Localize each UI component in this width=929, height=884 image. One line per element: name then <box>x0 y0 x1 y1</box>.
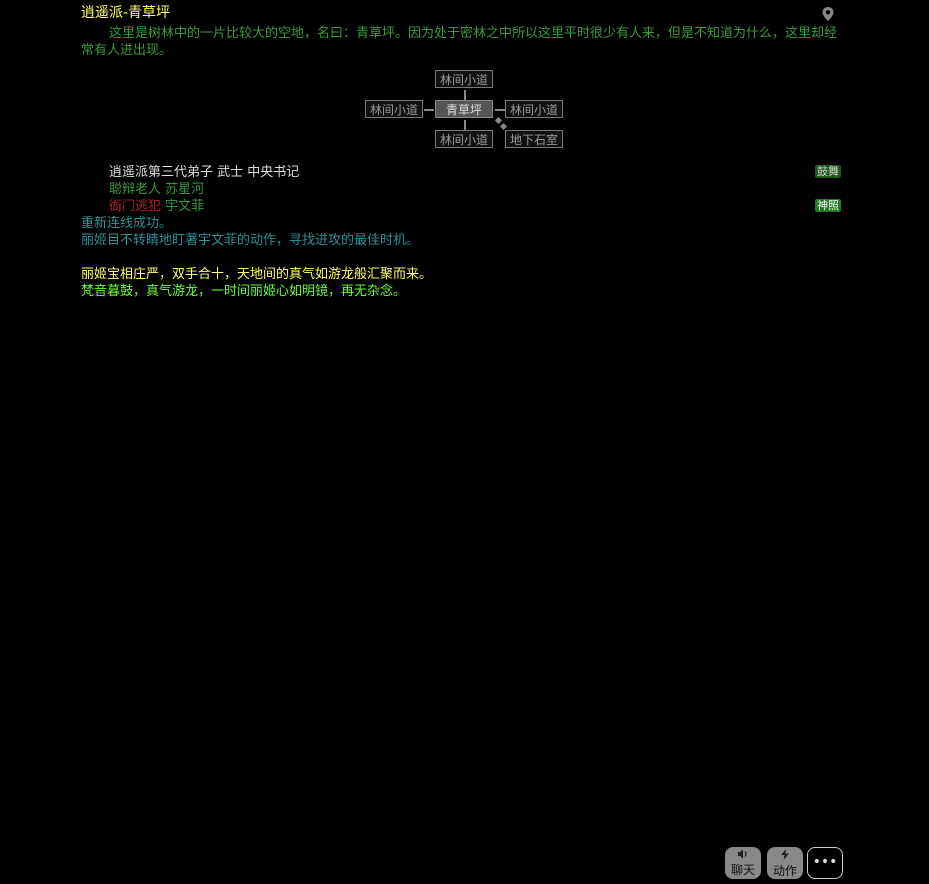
npc-name[interactable]: 苏星河 <box>165 182 204 197</box>
npc-row: 衙门逃犯 宇文菲 神照 <box>81 198 841 215</box>
npc-name[interactable]: 宇文菲 <box>165 199 204 214</box>
guwu-button[interactable]: 鼓舞 <box>815 165 841 178</box>
map-room-south[interactable]: 林间小道 <box>435 130 493 148</box>
speaker-icon <box>725 847 761 863</box>
map-room-east[interactable]: 林间小道 <box>505 100 563 118</box>
log-line: 丽姬宝相庄严，双手合十，天地间的真气如游龙般汇聚而来。 <box>81 267 433 282</box>
log-line: 梵音暮鼓，真气游龙，一时间丽姬心如明镜，再无杂念。 <box>81 284 407 299</box>
room-map: 林间小道 林间小道 青草坪 林间小道 林间小道 地下石室 <box>365 70 567 152</box>
map-link-southeast-a <box>494 116 503 125</box>
map-link-east <box>495 109 505 111</box>
chat-label: 聊天 <box>730 863 755 877</box>
npc-list: 逍遥派第三代弟子 武士 中央书记 鼓舞 聪辩老人 苏星河 衙门逃犯 宇文菲 神照 <box>81 164 841 215</box>
more-button[interactable]: ••• <box>807 847 843 879</box>
log-line: 丽姬目不转睛地盯著宇文菲的动作，寻找进攻的最佳时机。 <box>81 233 420 248</box>
map-room-west[interactable]: 林间小道 <box>365 100 423 118</box>
map-link-southeast-b <box>499 122 508 131</box>
action-label: 动作 <box>772 864 797 878</box>
map-room-current: 青草坪 <box>435 100 493 118</box>
lightning-icon <box>767 847 803 864</box>
map-link-south <box>464 120 466 130</box>
player-row: 逍遥派第三代弟子 武士 中央书记 鼓舞 <box>81 164 841 181</box>
map-room-north[interactable]: 林间小道 <box>435 70 493 88</box>
chat-button[interactable]: 聊天 <box>725 847 761 879</box>
map-link-west <box>424 109 434 111</box>
map-link-north <box>464 90 466 100</box>
log-line: 重新连线成功。 <box>81 216 173 231</box>
message-log: 重新连线成功。 丽姬目不转睛地盯著宇文菲的动作，寻找进攻的最佳时机。 丽姬宝相庄… <box>81 215 841 300</box>
shenzhao-button[interactable]: 神照 <box>815 199 841 212</box>
room-title: 逍遥派-青草坪 <box>81 5 171 21</box>
player-name[interactable]: 逍遥派第三代弟子 武士 中央书记 <box>81 165 299 180</box>
room-header: 逍遥派-青草坪 这里是树林中的一片比较大的空地，名曰：青草坪。因为处于密林之中所… <box>81 5 841 59</box>
map-room-southeast[interactable]: 地下石室 <box>505 130 563 148</box>
room-description: 这里是树林中的一片比较大的空地，名曰：青草坪。因为处于密林之中所以这里平时很少有… <box>81 26 838 58</box>
npc-title: 聪辩老人 <box>109 182 162 197</box>
map-pin-icon[interactable] <box>821 6 835 22</box>
action-button[interactable]: 动作 <box>767 847 803 879</box>
npc-row: 聪辩老人 苏星河 <box>81 181 841 198</box>
npc-title: 衙门逃犯 <box>109 199 162 214</box>
